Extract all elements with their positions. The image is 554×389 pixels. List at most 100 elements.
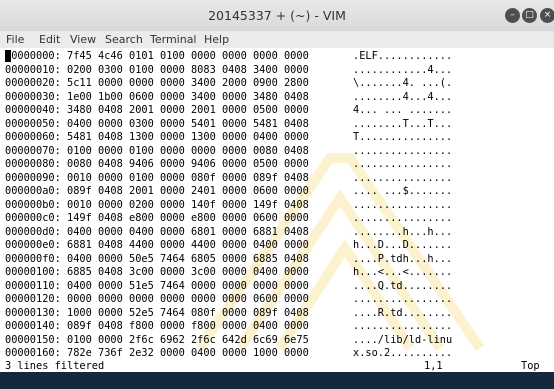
hexdump-line[interactable]: 00000040: 3480 0408 2001 0000 2001 0000 … bbox=[5, 104, 309, 117]
window-title: 20145337 + (~) - VIM bbox=[208, 8, 346, 23]
hex-offset: 00000160: bbox=[5, 347, 61, 359]
hex-ascii: ................ bbox=[353, 293, 453, 305]
hex-ascii: ................ bbox=[353, 320, 453, 332]
hexdump-line[interactable]: 00000150: 0100 0000 2f6c 6962 2f6c 642d … bbox=[5, 334, 309, 347]
hexdump-line[interactable]: 00000060: 5481 0408 1300 0000 1300 0000 … bbox=[5, 131, 309, 144]
hex-offset: 00000020: bbox=[5, 77, 61, 89]
hex-bytes: 7f45 4c46 0101 0100 0000 0000 0000 0000 bbox=[67, 50, 309, 62]
menu-edit[interactable]: Edit bbox=[39, 32, 60, 47]
hex-ascii: ........h...h... bbox=[353, 225, 453, 238]
hex-offset: 00000040: bbox=[5, 104, 61, 116]
hex-bytes: 0200 0300 0100 0000 8083 0408 3400 0000 bbox=[67, 63, 309, 76]
hex-ascii: ................ bbox=[353, 171, 453, 184]
hex-bytes: 6885 0408 3c00 0000 3c00 0000 0400 0000 bbox=[67, 266, 309, 278]
hex-ascii: ............4... bbox=[353, 63, 453, 76]
close-button[interactable]: × bbox=[540, 8, 554, 23]
title-bar[interactable]: 20145337 + (~) - VIM – □ × bbox=[0, 0, 554, 32]
hex-offset: 000000c0: bbox=[5, 212, 61, 224]
vim-terminal-window: 20145337 + (~) - VIM – □ × File Edit Vie… bbox=[0, 0, 554, 372]
minimize-button[interactable]: – bbox=[505, 8, 520, 23]
hex-offset: 00000080: bbox=[5, 158, 61, 170]
hexdump-line[interactable]: 00000160: 782e 736f 2e32 0000 0400 0000 … bbox=[5, 347, 309, 360]
hexdump-line[interactable]: 000000e0: 6881 0408 4400 0000 4400 0000 … bbox=[5, 239, 309, 252]
text-cursor bbox=[5, 50, 11, 62]
hexdump-line[interactable]: 00000140: 089f 0408 f800 0000 f800 0000 … bbox=[5, 320, 309, 333]
hex-ascii: T............... bbox=[353, 131, 453, 143]
hex-offset: 000000d0: bbox=[5, 225, 61, 238]
hexdump-line[interactable]: 00000100: 6885 0408 3c00 0000 3c00 0000 … bbox=[5, 266, 309, 279]
hex-ascii: .... ...$....... bbox=[353, 185, 453, 197]
hex-ascii: h...D...D....... bbox=[353, 239, 453, 251]
hexdump-line[interactable]: 00000020: 5c11 0000 0000 0000 3400 2000 … bbox=[5, 77, 309, 90]
hex-bytes: 1000 0000 52e5 7464 080f 0000 089f 0408 bbox=[67, 306, 309, 319]
hex-offset: 00000140: bbox=[5, 320, 61, 332]
hex-ascii: ................ bbox=[353, 212, 453, 224]
hex-offset: 00000050: bbox=[5, 117, 61, 130]
hex-bytes: 5c11 0000 0000 0000 3400 2000 0900 2800 bbox=[67, 77, 309, 89]
hexdump-line[interactable]: 00000000: 7f45 4c46 0101 0100 0000 0000 … bbox=[5, 50, 309, 63]
hexdump-line[interactable]: 00000050: 0400 0000 0300 0000 5401 0000 … bbox=[5, 118, 309, 131]
scroll-position: Top bbox=[521, 360, 540, 372]
hex-offset: 00000010: bbox=[5, 63, 61, 76]
maximize-button[interactable]: □ bbox=[522, 8, 537, 23]
hexdump-line[interactable]: 000000b0: 0010 0000 0200 0000 140f 0000 … bbox=[5, 199, 309, 212]
hex-offset: 000000f0: bbox=[5, 252, 61, 265]
hex-bytes: 0010 0000 0200 0000 140f 0000 149f 0408 bbox=[67, 198, 309, 211]
hex-ascii: ................ bbox=[353, 158, 453, 170]
hex-ascii: ....P.tdh...h... bbox=[353, 252, 453, 265]
hex-bytes: 0400 0000 0400 0000 6801 0000 6881 0408 bbox=[67, 225, 309, 238]
hex-offset: 00000120: bbox=[5, 293, 61, 305]
hex-ascii: .ELF............ bbox=[353, 50, 453, 62]
hexdump-line[interactable]: 00000120: 0000 0000 0000 0000 0000 0000 … bbox=[5, 293, 309, 306]
vim-statusline: 3 lines filtered 1,1 Top bbox=[0, 360, 554, 372]
hex-bytes: 782e 736f 2e32 0000 0400 0000 1000 0000 bbox=[67, 347, 309, 359]
hex-bytes: 0010 0000 0100 0000 080f 0000 089f 0408 bbox=[67, 171, 309, 184]
hex-ascii: 4... ... ....... bbox=[353, 104, 453, 116]
hex-bytes: 0100 0000 2f6c 6962 2f6c 642d 6c69 6e75 bbox=[67, 333, 309, 346]
hexdump-line[interactable]: 000000c0: 149f 0408 e800 0000 e800 0000 … bbox=[5, 212, 309, 225]
hexdump-line[interactable]: 00000030: 1e00 1b00 0600 0000 3400 0000 … bbox=[5, 91, 309, 104]
hex-offset: 000000b0: bbox=[5, 198, 61, 211]
hex-offset: 00000130: bbox=[5, 306, 61, 319]
hex-ascii: ........T...T... bbox=[353, 117, 453, 130]
terminal-area[interactable]: 00000000: 7f45 4c46 0101 0100 0000 0000 … bbox=[0, 48, 554, 372]
menu-bar: File Edit View Search Terminal Help bbox=[0, 31, 554, 48]
menu-help[interactable]: Help bbox=[204, 32, 229, 47]
hex-bytes: 1e00 1b00 0600 0000 3400 0000 3480 0408 bbox=[67, 90, 309, 103]
hex-ascii: ........4...4... bbox=[353, 90, 453, 103]
desktop-taskbar bbox=[0, 372, 554, 389]
menu-terminal[interactable]: Terminal bbox=[150, 32, 197, 47]
hex-bytes: 5481 0408 1300 0000 1300 0000 0400 0000 bbox=[67, 131, 309, 143]
cursor-position: 1,1 bbox=[424, 360, 443, 372]
menu-search[interactable]: Search bbox=[105, 32, 143, 47]
hex-ascii: ....R.td........ bbox=[353, 306, 453, 319]
hex-offset: 000000a0: bbox=[5, 185, 61, 197]
hexdump-line[interactable]: 000000a0: 089f 0408 2001 0000 2401 0000 … bbox=[5, 185, 309, 198]
hex-bytes: 0400 0000 51e5 7464 0000 0000 0000 0000 bbox=[67, 279, 309, 292]
hexdump-line[interactable]: 000000d0: 0400 0000 0400 0000 6801 0000 … bbox=[5, 226, 309, 239]
hex-offset: 00000110: bbox=[5, 279, 61, 292]
hex-offset: 00000000: bbox=[5, 50, 61, 62]
hexdump-line[interactable]: 00000130: 1000 0000 52e5 7464 080f 0000 … bbox=[5, 307, 309, 320]
status-message: 3 lines filtered bbox=[5, 360, 105, 372]
hexdump-line[interactable]: 00000080: 0080 0408 9406 0000 9406 0000 … bbox=[5, 158, 309, 171]
hex-ascii: \.......4. ...(. bbox=[353, 77, 453, 89]
hexdump-line[interactable]: 00000090: 0010 0000 0100 0000 080f 0000 … bbox=[5, 172, 309, 185]
hexdump-line[interactable]: 00000010: 0200 0300 0100 0000 8083 0408 … bbox=[5, 64, 309, 77]
hex-ascii: x.so.2.......... bbox=[353, 347, 453, 359]
hex-offset: 00000060: bbox=[5, 131, 61, 143]
hex-bytes: 149f 0408 e800 0000 e800 0000 0600 0000 bbox=[67, 212, 309, 224]
hexdump-line[interactable]: 00000110: 0400 0000 51e5 7464 0000 0000 … bbox=[5, 280, 309, 293]
menu-file[interactable]: File bbox=[6, 32, 24, 47]
hexdump-line[interactable]: 000000f0: 0400 0000 50e5 7464 6805 0000 … bbox=[5, 253, 309, 266]
hex-ascii: h...<...<....... bbox=[353, 266, 453, 278]
hex-ascii: ..../lib/ld-linu bbox=[353, 333, 453, 346]
hexdump-line[interactable]: 00000070: 0100 0000 0100 0000 0000 0000 … bbox=[5, 145, 309, 158]
hex-bytes: 089f 0408 f800 0000 f800 0000 0400 0000 bbox=[67, 320, 309, 332]
hex-offset: 00000100: bbox=[5, 266, 61, 278]
hex-bytes: 0400 0000 50e5 7464 6805 0000 6885 0408 bbox=[67, 252, 309, 265]
hex-bytes: 0100 0000 0100 0000 0000 0000 0080 0408 bbox=[67, 144, 309, 157]
menu-view[interactable]: View bbox=[70, 32, 96, 47]
hex-ascii: ................ bbox=[353, 144, 453, 157]
hex-bytes: 089f 0408 2001 0000 2401 0000 0600 0000 bbox=[67, 185, 309, 197]
